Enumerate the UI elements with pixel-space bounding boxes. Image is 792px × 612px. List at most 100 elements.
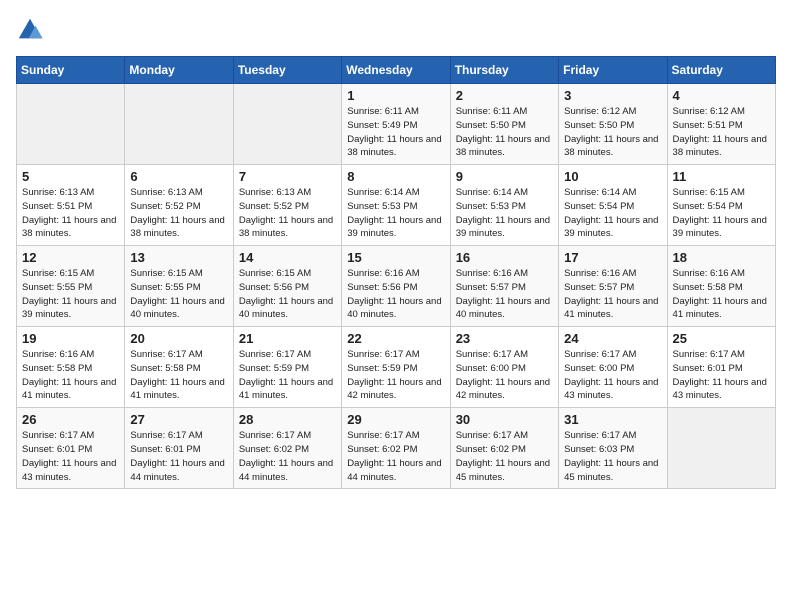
day-detail: Sunrise: 6:16 AMSunset: 5:56 PMDaylight:…: [347, 267, 444, 322]
calendar-cell: 14Sunrise: 6:15 AMSunset: 5:56 PMDayligh…: [233, 246, 341, 327]
day-number: 5: [22, 169, 119, 184]
calendar-cell: [125, 84, 233, 165]
day-number: 1: [347, 88, 444, 103]
calendar-cell: 20 Sunrise: 6:17 AMSunset: 5:58 PMDayligh…: [125, 327, 233, 408]
day-detail: Sunrise: 6:17 AMSunset: 6:00 PMDaylight:…: [456, 348, 553, 403]
day-number: 12: [22, 250, 119, 265]
day-number: 18: [673, 250, 770, 265]
day-number: 6: [130, 169, 227, 184]
day-detail: Sunrise: 6:16 AMSunset: 5:58 PMDaylight:…: [22, 348, 119, 403]
calendar-week-row: 1 Sunrise: 6:11 AMSunset: 5:49 PMDaylight…: [17, 84, 776, 165]
day-detail: Sunrise: 6:17 AMSunset: 6:01 PMDaylight:…: [130, 429, 227, 484]
calendar-cell: 25Sunrise: 6:17 AMSunset: 6:01 PMDayligh…: [667, 327, 775, 408]
calendar-cell: 2 Sunrise: 6:11 AMSunset: 5:50 PMDaylight…: [450, 84, 558, 165]
calendar-cell: 17 Sunrise: 6:16 AMSunset: 5:57 PMDayligh…: [559, 246, 667, 327]
day-detail: Sunrise: 6:11 AMSunset: 5:50 PMDaylight:…: [456, 105, 553, 160]
day-detail: Sunrise: 6:17 AMSunset: 5:59 PMDaylight:…: [347, 348, 444, 403]
calendar-cell: 6 Sunrise: 6:13 AMSunset: 5:52 PMDaylight…: [125, 165, 233, 246]
column-header-monday: Monday: [125, 57, 233, 84]
calendar-cell: 5 Sunrise: 6:13 AMSunset: 5:51 PMDaylight…: [17, 165, 125, 246]
day-number: 20: [130, 331, 227, 346]
day-detail: Sunrise: 6:17 AMSunset: 6:03 PMDaylight:…: [564, 429, 661, 484]
calendar-cell: 13 Sunrise: 6:15 AMSunset: 5:55 PMDayligh…: [125, 246, 233, 327]
day-detail: Sunrise: 6:17 AMSunset: 6:02 PMDaylight:…: [347, 429, 444, 484]
day-detail: Sunrise: 6:12 AMSunset: 5:50 PMDaylight:…: [564, 105, 661, 160]
day-number: 8: [347, 169, 444, 184]
day-detail: Sunrise: 6:11 AMSunset: 5:49 PMDaylight:…: [347, 105, 444, 160]
day-number: 23: [456, 331, 553, 346]
day-detail: Sunrise: 6:14 AMSunset: 5:54 PMDaylight:…: [564, 186, 661, 241]
day-number: 11: [673, 169, 770, 184]
calendar-cell: 15 Sunrise: 6:16 AMSunset: 5:56 PMDayligh…: [342, 246, 450, 327]
day-detail: Sunrise: 6:17 AMSunset: 6:02 PMDaylight:…: [456, 429, 553, 484]
calendar-cell: 16 Sunrise: 6:16 AMSunset: 5:57 PMDayligh…: [450, 246, 558, 327]
calendar-cell: 19Sunrise: 6:16 AMSunset: 5:58 PMDayligh…: [17, 327, 125, 408]
calendar-cell: 30 Sunrise: 6:17 AMSunset: 6:02 PMDayligh…: [450, 408, 558, 489]
calendar-cell: 10Sunrise: 6:14 AMSunset: 5:54 PMDayligh…: [559, 165, 667, 246]
day-number: 24: [564, 331, 661, 346]
calendar-cell: 22 Sunrise: 6:17 AMSunset: 5:59 PMDayligh…: [342, 327, 450, 408]
day-detail: Sunrise: 6:16 AMSunset: 5:58 PMDaylight:…: [673, 267, 770, 322]
column-header-friday: Friday: [559, 57, 667, 84]
day-number: 15: [347, 250, 444, 265]
day-detail: Sunrise: 6:17 AMSunset: 6:02 PMDaylight:…: [239, 429, 336, 484]
calendar-week-row: 26Sunrise: 6:17 AMSunset: 6:01 PMDayligh…: [17, 408, 776, 489]
calendar-cell: 31 Sunrise: 6:17 AMSunset: 6:03 PMDayligh…: [559, 408, 667, 489]
day-detail: Sunrise: 6:13 AMSunset: 5:52 PMDaylight:…: [239, 186, 336, 241]
calendar-cell: 11 Sunrise: 6:15 AMSunset: 5:54 PMDayligh…: [667, 165, 775, 246]
day-number: 31: [564, 412, 661, 427]
calendar-cell: 24 Sunrise: 6:17 AMSunset: 6:00 PMDayligh…: [559, 327, 667, 408]
calendar-cell: 18 Sunrise: 6:16 AMSunset: 5:58 PMDayligh…: [667, 246, 775, 327]
day-number: 27: [130, 412, 227, 427]
day-detail: Sunrise: 6:17 AMSunset: 6:01 PMDaylight:…: [673, 348, 770, 403]
calendar-cell: 8 Sunrise: 6:14 AMSunset: 5:53 PMDaylight…: [342, 165, 450, 246]
calendar-week-row: 19Sunrise: 6:16 AMSunset: 5:58 PMDayligh…: [17, 327, 776, 408]
column-header-wednesday: Wednesday: [342, 57, 450, 84]
calendar-cell: [17, 84, 125, 165]
day-detail: Sunrise: 6:14 AMSunset: 5:53 PMDaylight:…: [456, 186, 553, 241]
calendar-cell: [667, 408, 775, 489]
day-number: 17: [564, 250, 661, 265]
day-detail: Sunrise: 6:15 AMSunset: 5:56 PMDaylight:…: [239, 267, 336, 322]
logo-icon: [16, 16, 44, 44]
calendar-cell: 27 Sunrise: 6:17 AMSunset: 6:01 PMDayligh…: [125, 408, 233, 489]
day-detail: Sunrise: 6:17 AMSunset: 5:58 PMDaylight:…: [130, 348, 227, 403]
day-detail: Sunrise: 6:16 AMSunset: 5:57 PMDaylight:…: [564, 267, 661, 322]
day-detail: Sunrise: 6:17 AMSunset: 6:00 PMDaylight:…: [564, 348, 661, 403]
day-number: 2: [456, 88, 553, 103]
day-number: 7: [239, 169, 336, 184]
day-detail: Sunrise: 6:17 AMSunset: 5:59 PMDaylight:…: [239, 348, 336, 403]
day-number: 3: [564, 88, 661, 103]
day-number: 16: [456, 250, 553, 265]
day-detail: Sunrise: 6:15 AMSunset: 5:55 PMDaylight:…: [22, 267, 119, 322]
day-number: 21: [239, 331, 336, 346]
column-header-thursday: Thursday: [450, 57, 558, 84]
day-detail: Sunrise: 6:13 AMSunset: 5:51 PMDaylight:…: [22, 186, 119, 241]
calendar-cell: 7 Sunrise: 6:13 AMSunset: 5:52 PMDaylight…: [233, 165, 341, 246]
calendar-cell: 3 Sunrise: 6:12 AMSunset: 5:50 PMDaylight…: [559, 84, 667, 165]
page-header: [16, 16, 776, 44]
day-number: 30: [456, 412, 553, 427]
day-number: 4: [673, 88, 770, 103]
day-detail: Sunrise: 6:15 AMSunset: 5:54 PMDaylight:…: [673, 186, 770, 241]
calendar-cell: 26Sunrise: 6:17 AMSunset: 6:01 PMDayligh…: [17, 408, 125, 489]
calendar-table: SundayMondayTuesdayWednesdayThursdayFrid…: [16, 56, 776, 489]
day-detail: Sunrise: 6:16 AMSunset: 5:57 PMDaylight:…: [456, 267, 553, 322]
day-detail: Sunrise: 6:12 AMSunset: 5:51 PMDaylight:…: [673, 105, 770, 160]
day-detail: Sunrise: 6:15 AMSunset: 5:55 PMDaylight:…: [130, 267, 227, 322]
calendar-week-row: 12 Sunrise: 6:15 AMSunset: 5:55 PMDayligh…: [17, 246, 776, 327]
day-number: 22: [347, 331, 444, 346]
day-detail: Sunrise: 6:13 AMSunset: 5:52 PMDaylight:…: [130, 186, 227, 241]
calendar-cell: 21 Sunrise: 6:17 AMSunset: 5:59 PMDayligh…: [233, 327, 341, 408]
calendar-cell: 23 Sunrise: 6:17 AMSunset: 6:00 PMDayligh…: [450, 327, 558, 408]
calendar-header-row: SundayMondayTuesdayWednesdayThursdayFrid…: [17, 57, 776, 84]
calendar-week-row: 5 Sunrise: 6:13 AMSunset: 5:51 PMDaylight…: [17, 165, 776, 246]
calendar-cell: 12 Sunrise: 6:15 AMSunset: 5:55 PMDayligh…: [17, 246, 125, 327]
calendar-cell: 29 Sunrise: 6:17 AMSunset: 6:02 PMDayligh…: [342, 408, 450, 489]
calendar-cell: 1 Sunrise: 6:11 AMSunset: 5:49 PMDaylight…: [342, 84, 450, 165]
calendar-cell: 4 Sunrise: 6:12 AMSunset: 5:51 PMDaylight…: [667, 84, 775, 165]
day-number: 9: [456, 169, 553, 184]
day-detail: Sunrise: 6:14 AMSunset: 5:53 PMDaylight:…: [347, 186, 444, 241]
day-number: 13: [130, 250, 227, 265]
day-number: 29: [347, 412, 444, 427]
